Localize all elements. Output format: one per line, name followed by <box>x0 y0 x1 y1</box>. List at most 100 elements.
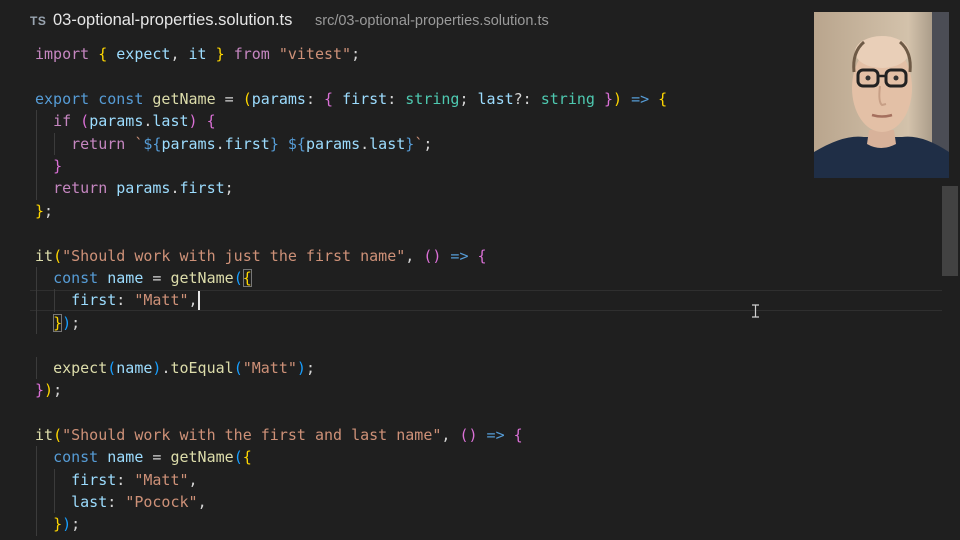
code-token: "Pocock" <box>125 493 198 511</box>
code-token: : <box>116 470 135 489</box>
code-token: . <box>215 134 225 153</box>
code-editor[interactable]: TS 03-optional-properties.solution.ts sr… <box>0 0 960 540</box>
code-token: } <box>215 45 225 63</box>
code-token: toEqual <box>170 358 234 377</box>
code-line[interactable] <box>0 401 900 423</box>
code-line[interactable]: it("Should work with just the first name… <box>0 245 900 267</box>
indent-guide <box>36 155 37 178</box>
code-token: , <box>405 246 424 265</box>
scrollbar-thumb[interactable] <box>942 186 958 276</box>
indent-guide <box>36 513 37 536</box>
indent-guide <box>36 491 37 514</box>
code-line[interactable]: first: "Matt", <box>0 289 900 311</box>
code-token: { <box>206 112 216 131</box>
code-line[interactable]: const name = getName({ <box>0 446 900 468</box>
code-token: import <box>35 45 90 63</box>
code-token: name <box>116 358 153 377</box>
code-line[interactable]: }); <box>0 312 900 334</box>
code-token: ) <box>62 313 72 332</box>
code-token: ( <box>233 269 243 287</box>
code-token: return <box>71 134 126 153</box>
code-token: } <box>269 134 279 153</box>
code-line-text: return `${params.first} ${params.last}`; <box>35 133 432 155</box>
indent-guide <box>36 132 37 155</box>
code-line[interactable]: export const getName = (params: { first:… <box>0 88 900 110</box>
code-token: } <box>35 381 45 399</box>
code-token: } <box>53 157 63 175</box>
code-token: "Matt" <box>134 470 189 489</box>
code-token: it <box>35 246 54 265</box>
code-token: = <box>143 269 171 287</box>
code-token: { <box>513 425 523 444</box>
code-token: export <box>35 89 90 108</box>
code-line-text: it("Should work with the first and last … <box>35 424 523 446</box>
code-token: { <box>98 45 108 63</box>
code-token: it <box>188 45 207 63</box>
webcam-overlay <box>814 12 949 178</box>
file-name[interactable]: 03-optional-properties.solution.ts <box>53 11 292 30</box>
code-token: = <box>143 448 171 467</box>
code-line[interactable]: it("Should work with the first and last … <box>0 424 900 446</box>
code-line[interactable]: }); <box>0 513 900 535</box>
code-token: ; <box>351 45 361 63</box>
code-line[interactable]: }); <box>0 379 900 401</box>
code-token: "Should work with just the first name" <box>62 246 406 265</box>
code-token: ${ <box>143 134 162 153</box>
code-line[interactable]: first: "Matt", <box>0 469 900 491</box>
code-line-text: }); <box>35 513 80 535</box>
code-token: string <box>540 89 595 108</box>
code-line[interactable] <box>0 222 900 244</box>
code-line[interactable]: return params.first; <box>0 177 900 199</box>
indent-guide <box>36 289 37 312</box>
code-token: : <box>305 89 324 108</box>
code-token: ?: <box>513 89 541 108</box>
code-token: params <box>89 112 144 131</box>
file-path[interactable]: src/03-optional-properties.solution.ts <box>315 13 549 29</box>
text-caret <box>197 291 200 311</box>
code-token: => <box>631 89 650 108</box>
code-token: first <box>71 291 117 310</box>
code-line[interactable]: if (params.last) { <box>0 110 900 132</box>
code-token: , <box>188 470 198 489</box>
code-token: "Matt" <box>134 291 189 310</box>
presenter-video-icon <box>814 12 949 178</box>
code-line[interactable]: expect(name).toEqual("Matt"); <box>0 357 900 379</box>
code-token: last <box>477 89 514 108</box>
code-line[interactable] <box>0 65 900 87</box>
code-token: ; <box>44 201 54 220</box>
code-token: () <box>423 246 442 265</box>
code-line[interactable]: }; <box>0 200 900 222</box>
code-token: params <box>251 89 306 108</box>
code-line[interactable] <box>0 334 900 356</box>
code-line[interactable]: return `${params.first} ${params.last}`; <box>0 133 900 155</box>
code-token: ( <box>107 358 117 377</box>
code-line[interactable]: last: "Pocock", <box>0 491 900 513</box>
indent-guide <box>36 356 37 379</box>
indent-guide <box>54 289 56 312</box>
code-token: params <box>305 134 361 153</box>
code-line[interactable]: const name = getName({ <box>0 267 900 289</box>
code-token: => <box>450 246 469 265</box>
code-line[interactable]: import { expect, it } from "vitest"; <box>0 43 900 65</box>
code-token: . <box>170 179 180 198</box>
code-line[interactable]: } <box>0 155 900 177</box>
bracket-match-highlight <box>53 313 63 332</box>
